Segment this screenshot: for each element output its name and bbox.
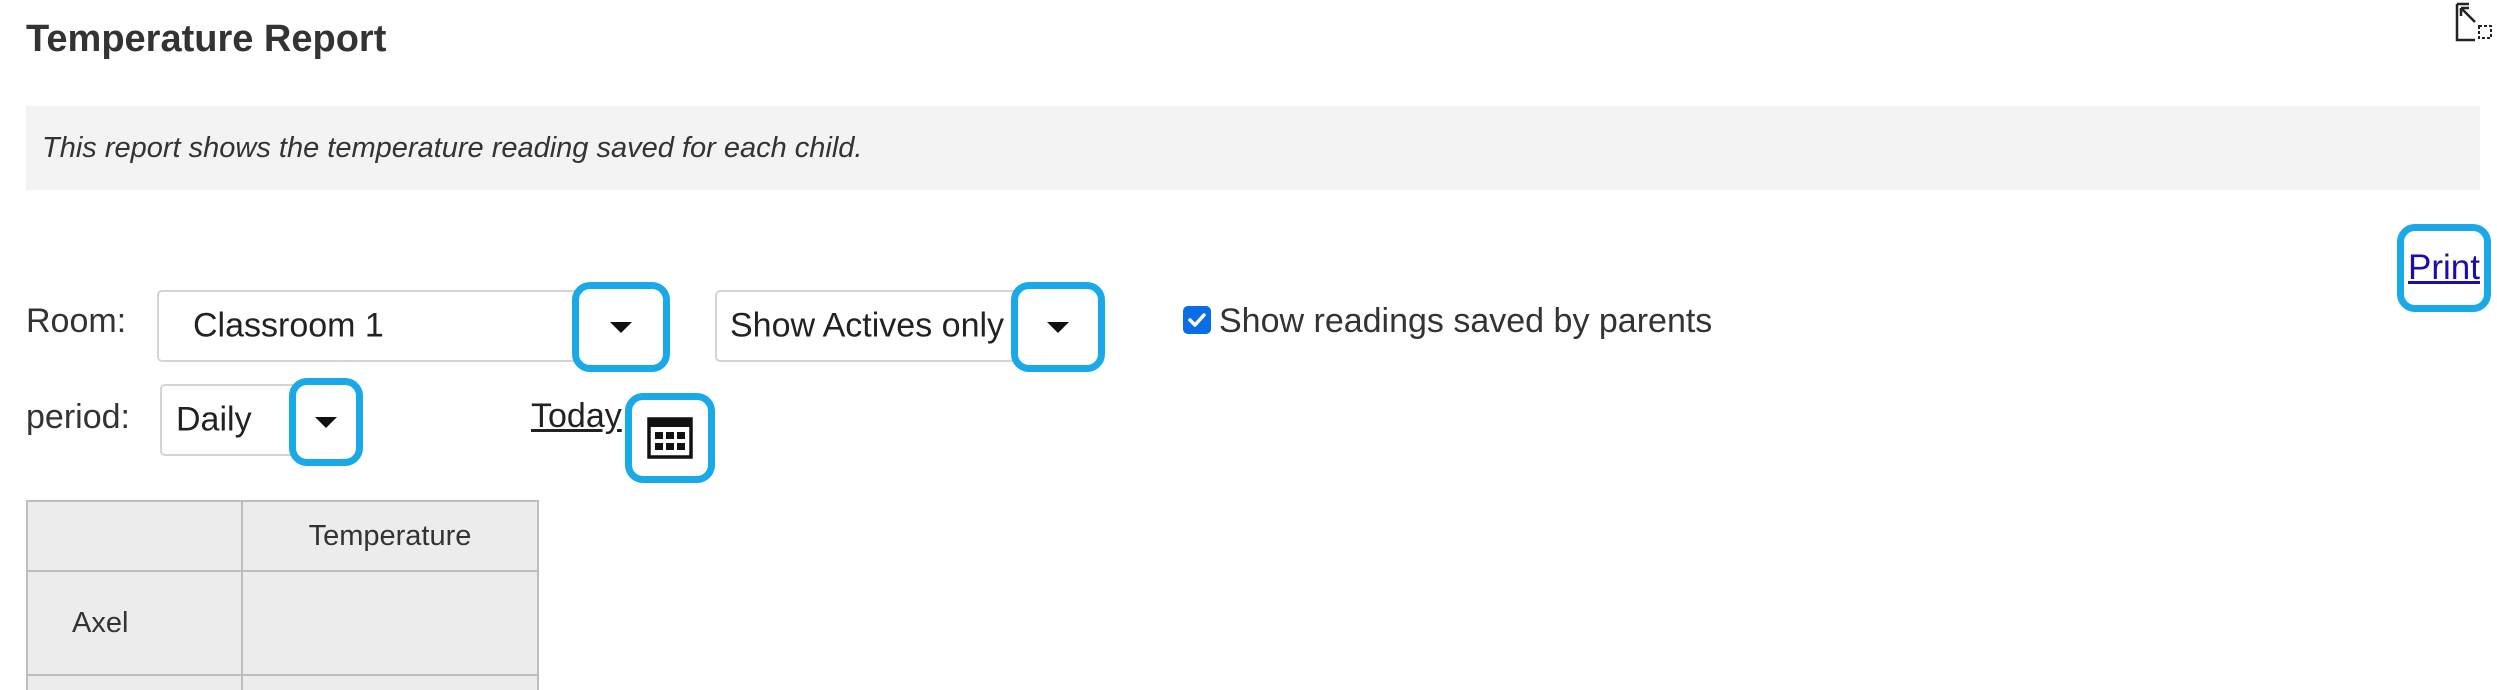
calendar-button[interactable] [625, 393, 715, 483]
period-label: period: [26, 398, 130, 436]
temperature-report-page: Temperature Report This report shows the… [0, 0, 2497, 690]
chevron-down-icon [315, 416, 337, 428]
chevron-down-icon [1047, 321, 1069, 333]
room-select-value: Classroom 1 [193, 306, 384, 345]
calendar-icon [647, 417, 693, 459]
today-link[interactable]: Today [531, 397, 622, 436]
show-parent-readings-label[interactable]: Show readings saved by parents [1219, 302, 1712, 341]
period-select-value: Daily [176, 400, 252, 439]
temperature-cell [241, 674, 539, 690]
child-name-cell: Axel [26, 570, 243, 676]
print-link-wrapper[interactable]: Print [2397, 224, 2491, 312]
room-dropdown-button[interactable] [572, 282, 670, 372]
active-filter-value: Show Actives only [730, 306, 1005, 345]
temperature-table: Temperature Axel [26, 500, 539, 690]
check-icon [1188, 313, 1206, 327]
show-parent-readings-checkbox[interactable] [1183, 306, 1211, 334]
room-label: Room: [26, 302, 127, 340]
table-header-row: Temperature [26, 500, 539, 572]
report-description-box: This report shows the temperature readin… [26, 106, 2480, 190]
report-description: This report shows the temperature readin… [42, 132, 863, 164]
print-link[interactable]: Print [2408, 248, 2480, 288]
table-row: Axel [26, 570, 539, 676]
chevron-down-icon [610, 321, 632, 333]
page-title: Temperature Report [26, 18, 387, 60]
table-header-temperature: Temperature [241, 500, 539, 572]
table-header-name [26, 500, 243, 572]
expand-icon[interactable] [2455, 0, 2493, 42]
temperature-cell [241, 570, 539, 676]
table-row [26, 674, 539, 690]
active-filter-dropdown-button[interactable] [1011, 282, 1105, 372]
child-name-cell [26, 674, 243, 690]
period-dropdown-button[interactable] [289, 378, 363, 466]
